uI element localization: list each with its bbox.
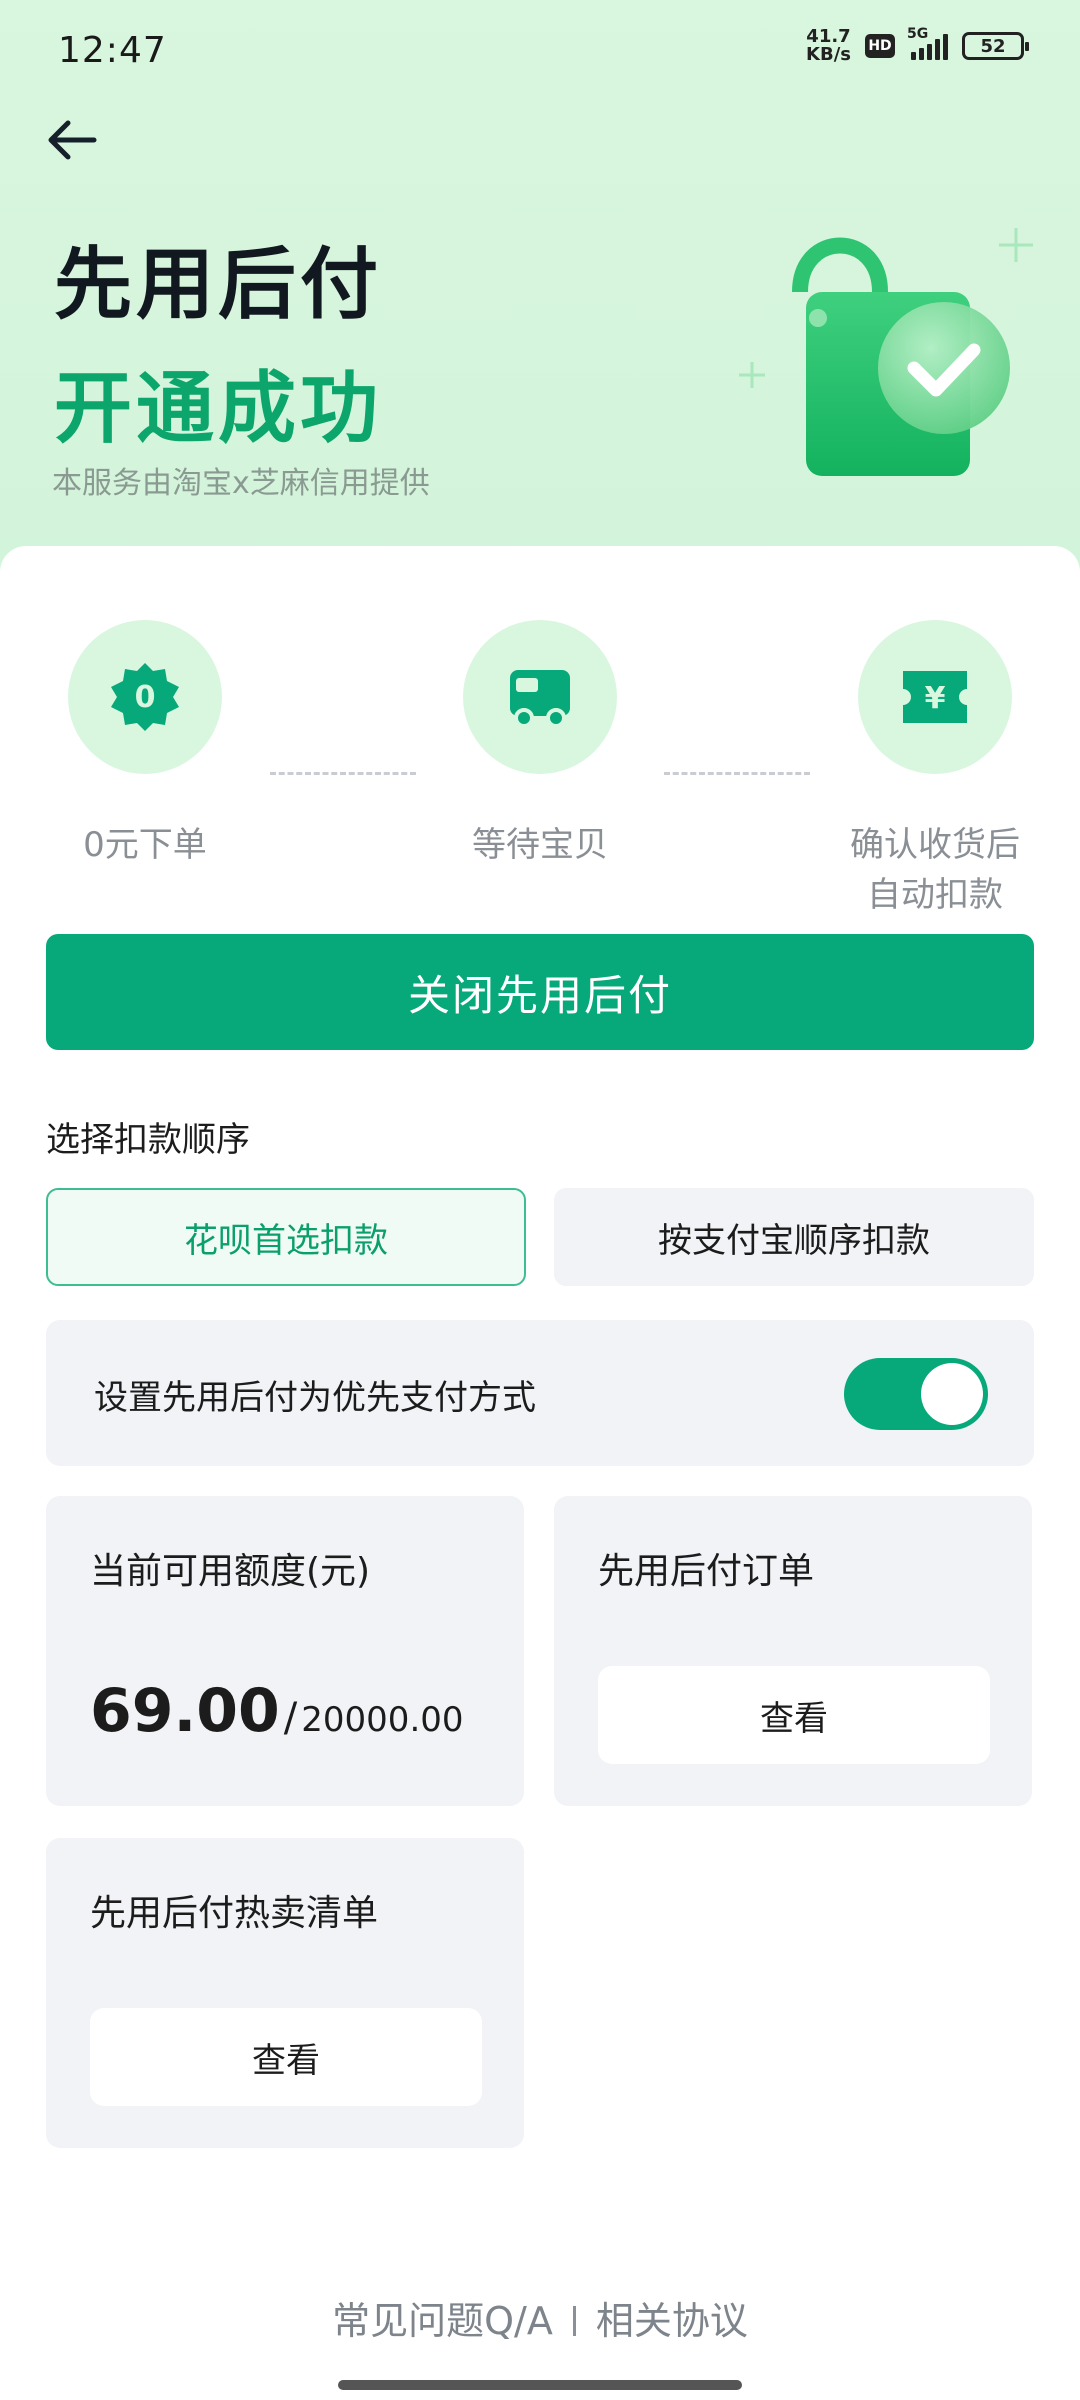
page-title-status: 开通成功 bbox=[54, 364, 383, 454]
footer-separator bbox=[572, 2306, 576, 2336]
agreement-link[interactable]: 相关协议 bbox=[596, 2299, 748, 2343]
hero-header: 12:47 41.7 KB/s HD 5G 52 先用后付 开通成功 本服务由淘… bbox=[0, 0, 1080, 600]
step-pay-label: 确认收货后 自动扣款 bbox=[830, 820, 1040, 920]
orders-card: 先用后付订单 查看 bbox=[554, 1496, 1032, 1806]
option-huabei-first[interactable]: 花呗首选扣款 bbox=[46, 1188, 526, 1286]
priority-payment-row: 设置先用后付为优先支付方式 bbox=[46, 1320, 1034, 1466]
option-alipay-order[interactable]: 按支付宝顺序扣款 bbox=[554, 1188, 1034, 1286]
step-order-circle: 0 bbox=[68, 620, 222, 774]
view-orders-button[interactable]: 查看 bbox=[598, 1666, 990, 1764]
zero-badge-icon: 0 bbox=[111, 663, 179, 731]
svg-text:¥: ¥ bbox=[925, 681, 946, 716]
step-wait-text: 等待宝贝 bbox=[472, 825, 608, 865]
zero-badge-text: 0 bbox=[135, 680, 156, 715]
faq-link[interactable]: 常见问题Q/A bbox=[332, 2299, 553, 2343]
back-button[interactable] bbox=[40, 108, 104, 172]
battery-icon: 52 bbox=[962, 32, 1029, 60]
hot-list-card: 先用后付热卖清单 查看 bbox=[46, 1838, 524, 2148]
home-indicator[interactable] bbox=[338, 2380, 742, 2390]
truck-icon bbox=[510, 670, 570, 728]
quota-total: 20000.00 bbox=[301, 1700, 464, 1740]
network-speed-unit: KB/s bbox=[806, 44, 851, 65]
status-time: 12:47 bbox=[58, 30, 167, 71]
quota-title: 当前可用额度(元) bbox=[90, 1551, 371, 1592]
priority-payment-label: 设置先用后付为优先支付方式 bbox=[94, 1378, 536, 1418]
page-subtitle: 本服务由淘宝x芝麻信用提供 bbox=[52, 466, 430, 501]
step-order-label: 0元下单 bbox=[40, 820, 250, 870]
footer-links: 常见问题Q/A 相关协议 bbox=[0, 2290, 1080, 2345]
step-wait-circle bbox=[463, 620, 617, 774]
back-arrow-icon bbox=[48, 120, 97, 160]
priority-payment-toggle[interactable] bbox=[844, 1358, 988, 1430]
page: 12:47 41.7 KB/s HD 5G 52 先用后付 开通成功 本服务由淘… bbox=[0, 0, 1080, 2400]
step-pay-text-line2: 自动扣款 bbox=[867, 875, 1003, 915]
quota-separator: / bbox=[283, 1695, 298, 1741]
orders-title: 先用后付订单 bbox=[598, 1551, 815, 1592]
shopping-bag-check-icon bbox=[739, 228, 1033, 476]
toggle-knob bbox=[921, 1363, 983, 1425]
step-pay-text-line1: 确认收货后 bbox=[850, 825, 1020, 865]
quota-value: 69.00 / 20000.00 bbox=[90, 1676, 464, 1746]
view-hot-list-button[interactable]: 查看 bbox=[90, 2008, 482, 2106]
deduction-order-title: 选择扣款顺序 bbox=[46, 1120, 250, 1160]
process-steps: 0 0元下单 等待宝贝 ¥ 确认收货后 自动扣款 bbox=[0, 620, 1080, 920]
signal-label: 5G bbox=[907, 26, 929, 42]
close-pay-later-button[interactable]: 关闭先用后付 bbox=[46, 934, 1034, 1050]
status-bar: 12:47 41.7 KB/s HD 5G 52 bbox=[0, 0, 1080, 100]
battery-level: 52 bbox=[980, 35, 1006, 57]
hd-icon: HD bbox=[865, 34, 895, 58]
signal-icon: 5G bbox=[907, 26, 948, 60]
step-pay-circle: ¥ bbox=[858, 620, 1012, 774]
main-card: 0 0元下单 等待宝贝 ¥ 确认收货后 自动扣款 关闭先用后付 选择扣款顺序 花… bbox=[0, 546, 1080, 2400]
quota-available: 69.00 bbox=[90, 1676, 280, 1746]
hot-list-title: 先用后付热卖清单 bbox=[90, 1893, 379, 1934]
step-divider bbox=[664, 772, 810, 775]
step-order-text: 0元下单 bbox=[83, 825, 207, 865]
network-speed: 41.7 KB/s bbox=[806, 28, 851, 64]
step-divider bbox=[270, 772, 416, 775]
step-wait-label: 等待宝贝 bbox=[440, 820, 640, 870]
quota-card: 当前可用额度(元) 69.00 / 20000.00 bbox=[46, 1496, 524, 1806]
status-icons: 41.7 KB/s HD 5G 52 bbox=[806, 26, 1029, 64]
page-title: 先用后付 bbox=[54, 240, 383, 330]
yuan-ticket-icon: ¥ bbox=[903, 671, 967, 723]
